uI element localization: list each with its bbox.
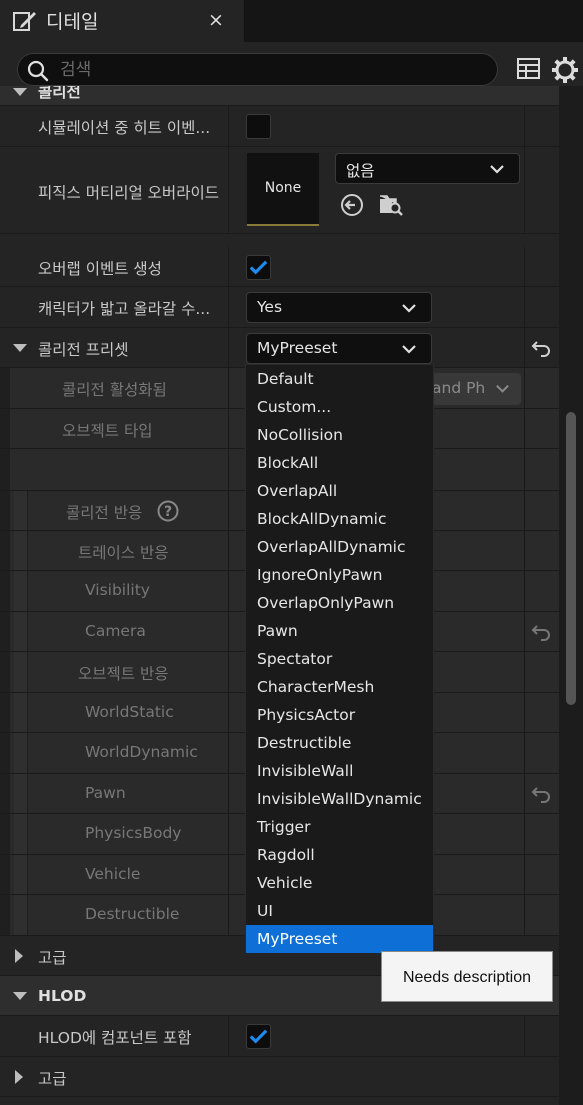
- chevron-down-icon: [496, 384, 509, 393]
- svg-text:?: ?: [164, 504, 172, 520]
- property-label: PhysicsBody: [85, 824, 182, 842]
- expand-arrow-icon: [15, 1070, 23, 1084]
- dropdown-option[interactable]: Vehicle: [246, 869, 433, 897]
- row-hlod-include: HLOD에 컴포넌트 포함: [0, 1016, 559, 1057]
- checkmark-icon: [249, 1029, 268, 1044]
- sim-hit-events-checkbox[interactable]: [246, 114, 271, 139]
- collision-presets-dropdown: Default Custom... NoCollision BlockAll Overl…: [245, 364, 434, 953]
- gear-icon[interactable]: [551, 56, 579, 84]
- combo-value: Yes: [257, 298, 283, 316]
- reset-to-default-icon[interactable]: [531, 785, 551, 803]
- dropdown-option[interactable]: Spectator: [246, 645, 433, 673]
- section-title: HLOD: [38, 987, 87, 1005]
- scrollbar-thumb[interactable]: [566, 412, 576, 705]
- table-view-icon[interactable]: [516, 56, 542, 82]
- combo-value: and Ph: [432, 379, 486, 397]
- search-input[interactable]: [60, 58, 480, 82]
- use-selected-asset-icon[interactable]: [340, 193, 364, 217]
- details-tab[interactable]: 디테일 ×: [0, 0, 245, 42]
- dropdown-option[interactable]: BlockAll: [246, 449, 433, 477]
- property-label: 고급: [38, 949, 67, 967]
- property-label: 캐릭터가 밟고 올라갈 수...: [38, 300, 211, 318]
- search-box[interactable]: [17, 53, 498, 86]
- property-label: 트레이스 반응: [78, 544, 169, 562]
- chevron-down-icon: [402, 304, 416, 313]
- dropdown-option[interactable]: Trigger: [246, 813, 433, 841]
- dropdown-option[interactable]: Default: [246, 365, 433, 393]
- dropdown-option[interactable]: Pawn: [246, 617, 433, 645]
- dropdown-option[interactable]: Destructible: [246, 729, 433, 757]
- hlod-include-checkbox[interactable]: [246, 1024, 271, 1049]
- property-label: 콜리전 프리셋: [38, 341, 129, 359]
- can-step-up-combo[interactable]: Yes: [246, 292, 432, 323]
- property-label: 시뮬레이션 중 히트 이벤...: [38, 119, 211, 137]
- close-icon[interactable]: ×: [208, 8, 224, 32]
- dropdown-option[interactable]: InvisibleWallDynamic: [246, 785, 433, 813]
- dropdown-option[interactable]: NoCollision: [246, 421, 433, 449]
- property-label: 피직스 머티리얼 오버라이드: [38, 184, 219, 202]
- dropdown-option[interactable]: OverlapAll: [246, 477, 433, 505]
- row-gen-overlap-events: 오버랩 이벤트 생성: [0, 247, 559, 287]
- chevron-down-icon: [490, 165, 504, 174]
- property-label: 콜리전 반응: [66, 504, 143, 522]
- tab-title: 디테일: [46, 11, 99, 33]
- property-label: 콜리전 활성화됨: [62, 381, 167, 399]
- collision-presets-combo[interactable]: MyPreeset: [246, 333, 432, 364]
- property-label: Pawn: [85, 784, 126, 802]
- tooltip: Needs description: [381, 951, 553, 1002]
- property-label: 오버랩 이벤트 생성: [38, 260, 162, 278]
- combo-value: 없음: [346, 162, 375, 180]
- details-pencil-icon: [13, 12, 36, 31]
- collapse-arrow-icon: [13, 88, 27, 96]
- phys-material-combo[interactable]: 없음: [335, 153, 520, 184]
- material-thumbnail[interactable]: None: [247, 153, 319, 226]
- row-advanced-hlod[interactable]: 고급: [0, 1057, 559, 1097]
- dropdown-option[interactable]: UI: [246, 897, 433, 925]
- expand-arrow-icon[interactable]: [13, 344, 27, 352]
- dropdown-option[interactable]: MyPreeset: [246, 925, 433, 953]
- chevron-down-icon: [402, 345, 416, 354]
- row-phys-material-override: 피직스 머티리얼 오버라이드 None 없음: [0, 147, 559, 234]
- property-label: Visibility: [85, 581, 150, 599]
- section-title: 콜리전: [38, 86, 81, 101]
- collapse-arrow-icon: [13, 992, 27, 1000]
- property-label: HLOD에 컴포넌트 포함: [38, 1029, 192, 1047]
- collision-section-header[interactable]: 콜리전: [0, 86, 559, 106]
- material-thumbnail-label: None: [264, 180, 302, 196]
- tab-bar: 디테일 ×: [0, 0, 583, 42]
- row-collision-presets: 콜리전 프리셋 MyPreeset: [0, 328, 559, 368]
- property-label: 오브젝트 타입: [62, 422, 153, 440]
- dropdown-option[interactable]: Custom...: [246, 393, 433, 421]
- reset-to-default-icon[interactable]: [531, 339, 551, 357]
- expand-arrow-icon: [15, 949, 23, 963]
- combo-value: MyPreeset: [257, 339, 338, 357]
- dropdown-option[interactable]: IgnoreOnlyPawn: [246, 561, 433, 589]
- dropdown-option[interactable]: OverlapAllDynamic: [246, 533, 433, 561]
- property-label: WorldDynamic: [85, 743, 198, 761]
- dropdown-option[interactable]: OverlapOnlyPawn: [246, 589, 433, 617]
- help-icon[interactable]: ?: [157, 500, 179, 522]
- row-can-step-up: 캐릭터가 밟고 올라갈 수... Yes: [0, 287, 559, 328]
- property-label: Vehicle: [85, 865, 141, 883]
- property-label: Destructible: [85, 905, 180, 923]
- reset-to-default-icon[interactable]: [531, 623, 551, 641]
- property-label: 고급: [38, 1070, 67, 1088]
- property-label: WorldStatic: [85, 703, 174, 721]
- gen-overlap-events-checkbox[interactable]: [246, 255, 271, 280]
- property-label: 오브젝트 반응: [78, 665, 169, 683]
- browse-asset-icon[interactable]: [378, 193, 404, 217]
- checkmark-icon: [249, 260, 268, 275]
- dropdown-option[interactable]: CharacterMesh: [246, 673, 433, 701]
- dropdown-option[interactable]: InvisibleWall: [246, 757, 433, 785]
- dropdown-option[interactable]: Ragdoll: [246, 841, 433, 869]
- dropdown-option[interactable]: PhysicsActor: [246, 701, 433, 729]
- row-sim-hit-events: 시뮬레이션 중 히트 이벤...: [0, 106, 559, 147]
- dropdown-option[interactable]: BlockAllDynamic: [246, 505, 433, 533]
- property-label: Camera: [85, 622, 146, 640]
- search-icon: [27, 60, 49, 82]
